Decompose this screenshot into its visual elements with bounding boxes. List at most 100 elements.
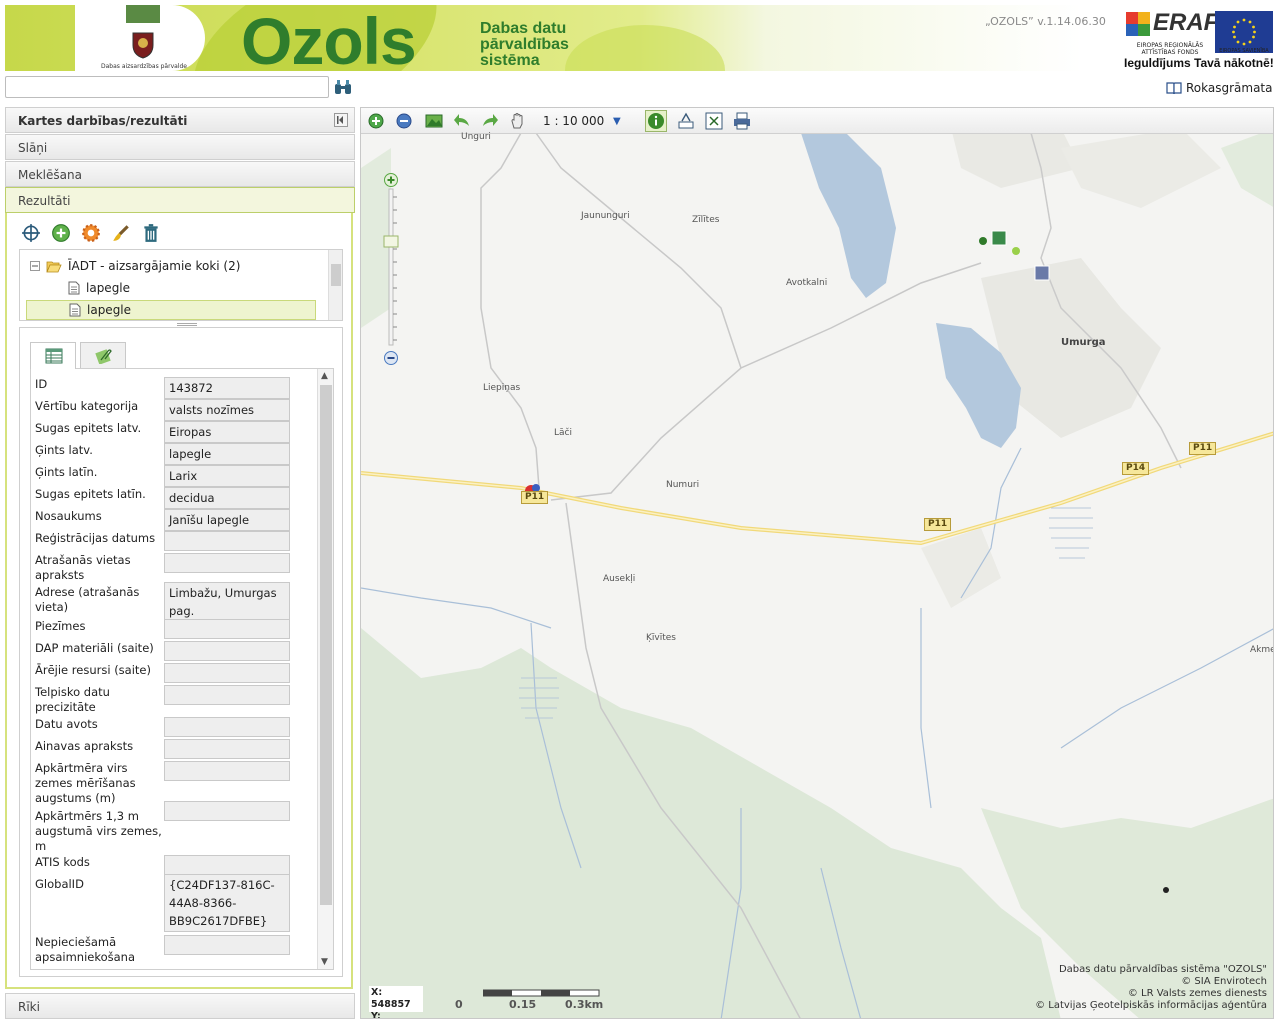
- scroll-up-icon[interactable]: ▲: [321, 371, 328, 381]
- road-shield: P11: [1189, 442, 1217, 455]
- measure-icon[interactable]: [677, 112, 695, 130]
- scale-dropdown[interactable]: 1 : 10 000: [543, 114, 604, 128]
- attribute-label: Sugas epitets latv.: [35, 421, 142, 435]
- attribute-value[interactable]: [164, 761, 290, 781]
- map-canvas[interactable]: [361, 108, 1274, 1019]
- print-icon[interactable]: [733, 112, 751, 130]
- crosshair-icon[interactable]: [21, 223, 41, 243]
- place-label: Lāči: [554, 428, 572, 438]
- attribute-value[interactable]: [164, 641, 290, 661]
- manual-link[interactable]: Rokasgrāmata: [1166, 81, 1273, 95]
- place-label: Zīlītes: [692, 215, 720, 225]
- scrollbar-thumb[interactable]: [320, 385, 332, 905]
- brand-tagline: Dabas datu pārvaldības sistēma: [480, 21, 580, 69]
- map-view[interactable]: 1 : 10 000 ▼ Unguri Jaununguri Zīlītes A…: [360, 107, 1274, 1019]
- version-label: „OZOLS” v.1.14.06.30: [985, 15, 1106, 28]
- attribute-scrollbar[interactable]: ▲ ▼: [317, 369, 333, 969]
- attribute-value[interactable]: 143872: [164, 377, 290, 399]
- map-toolbar: 1 : 10 000 ▼: [361, 108, 1273, 134]
- collapse-panel-icon[interactable]: [334, 113, 348, 127]
- attribute-value[interactable]: [164, 801, 290, 821]
- zoom-slider[interactable]: [381, 172, 401, 367]
- attribute-value[interactable]: [164, 717, 290, 737]
- search-input[interactable]: [5, 76, 329, 98]
- attribution-line: © Latvijas Ģeotelpiskās informācijas aģe…: [1035, 1000, 1267, 1011]
- coordinate-y: Y: 374058: [371, 1011, 381, 1019]
- logo-caption: Dabas aizsardzības pārvalde: [101, 63, 187, 70]
- attribute-label: Nosaukums: [35, 509, 102, 523]
- book-icon: [1166, 81, 1182, 94]
- attribute-value[interactable]: [164, 553, 290, 573]
- full-extent-icon[interactable]: [425, 112, 443, 130]
- attribute-value[interactable]: [164, 619, 290, 639]
- results-toolbar: [21, 223, 161, 243]
- panel-splitter[interactable]: [177, 323, 197, 326]
- back-icon[interactable]: [453, 112, 471, 130]
- attribute-value[interactable]: [164, 685, 290, 705]
- tree-node-feature[interactable]: lapegle: [68, 278, 130, 298]
- attribute-value[interactable]: [164, 531, 290, 551]
- section-results[interactable]: Rezultāti: [5, 187, 355, 213]
- attribute-value[interactable]: lapegle: [164, 443, 290, 465]
- tagline-line: Dabas datu: [480, 20, 567, 37]
- pan-icon[interactable]: [509, 112, 527, 130]
- coordinates-icon[interactable]: [705, 112, 723, 130]
- tagline-line: pārvaldības: [480, 36, 569, 53]
- section-search[interactable]: Meklēšana: [5, 161, 355, 187]
- road-shield: P11: [924, 518, 952, 531]
- attribute-value[interactable]: [164, 663, 290, 683]
- scrollbar-thumb[interactable]: [331, 264, 341, 286]
- attribute-label: Ainavas apraksts: [35, 739, 134, 753]
- attribute-label: Datu avots: [35, 717, 98, 731]
- table-icon: [45, 348, 63, 364]
- eraf-slogan: Ieguldījums Tavā nākotnē!: [1124, 56, 1273, 70]
- tree-node-feature-selected[interactable]: lapegle: [26, 300, 316, 320]
- attribute-value[interactable]: Limbažu, Umurgas pag.: [164, 582, 290, 622]
- place-label: Liepiņas: [483, 383, 521, 393]
- info-button[interactable]: [645, 110, 667, 132]
- attribute-label: GlobalID: [35, 877, 84, 891]
- attribute-value[interactable]: {C24DF137-816C-44A8-8366-BB9C2617DFBE}: [164, 874, 290, 932]
- attribute-label: DAP materiāli (saite): [35, 641, 154, 655]
- attribute-label: Adrese (atrašanās vieta): [35, 585, 140, 614]
- chevron-down-icon[interactable]: ▼: [613, 116, 621, 127]
- attribute-label: Ģints latv.: [35, 443, 93, 457]
- attribute-value[interactable]: Larix: [164, 465, 290, 487]
- attributes-panel: ID 143872 Vērtību kategorija valsts nozīmes…: [19, 327, 343, 977]
- section-tools[interactable]: Rīki: [5, 993, 355, 1019]
- zoom-out-icon[interactable]: [395, 112, 413, 130]
- zoom-in-icon[interactable]: [367, 112, 385, 130]
- section-layers[interactable]: Slāņi: [5, 134, 355, 160]
- attribute-label: Telpisko datu precizitāte: [35, 685, 110, 714]
- scroll-down-icon[interactable]: ▼: [321, 957, 328, 967]
- attribute-value[interactable]: [164, 935, 290, 955]
- tab-attachments[interactable]: [80, 342, 126, 368]
- binoculars-icon[interactable]: [334, 79, 352, 95]
- scale-label: 0.15: [509, 998, 537, 1011]
- attribute-value[interactable]: valsts nozīmes: [164, 399, 290, 421]
- attribute-value[interactable]: Eiropas: [164, 421, 290, 443]
- attribute-label: Reģistrācijas datums: [35, 531, 156, 545]
- tree-scrollbar[interactable]: [328, 250, 342, 320]
- trash-icon[interactable]: [141, 223, 161, 243]
- collapse-node-icon[interactable]: [30, 261, 40, 271]
- tree-node-layer[interactable]: ĪADT - aizsargājamie koki (2): [30, 256, 240, 276]
- gear-icon[interactable]: [81, 223, 101, 243]
- add-icon[interactable]: [51, 223, 71, 243]
- attribute-value[interactable]: decidua: [164, 487, 290, 509]
- attribute-value[interactable]: Janīšu lapegle: [164, 509, 290, 531]
- brush-icon[interactable]: [111, 223, 131, 243]
- attribute-value[interactable]: [164, 855, 290, 875]
- attribute-label: ID: [35, 377, 48, 391]
- forward-icon[interactable]: [481, 112, 499, 130]
- flag-icon: [126, 5, 160, 23]
- place-label: Ķīvītes: [646, 633, 676, 643]
- tagline-line: sistēma: [480, 52, 540, 69]
- place-label: Ausekļi: [603, 574, 636, 584]
- attribute-value[interactable]: [164, 739, 290, 759]
- attribute-label: ATIS kods: [35, 855, 90, 869]
- attribute-label: Apkārtmērs 1,3 m augstumā virs zemes, m: [35, 809, 162, 853]
- attribute-label: Nepieciešamā apsaimniekošana: [35, 935, 136, 964]
- info-icon: [648, 113, 664, 129]
- tab-attribute-table[interactable]: [30, 342, 76, 369]
